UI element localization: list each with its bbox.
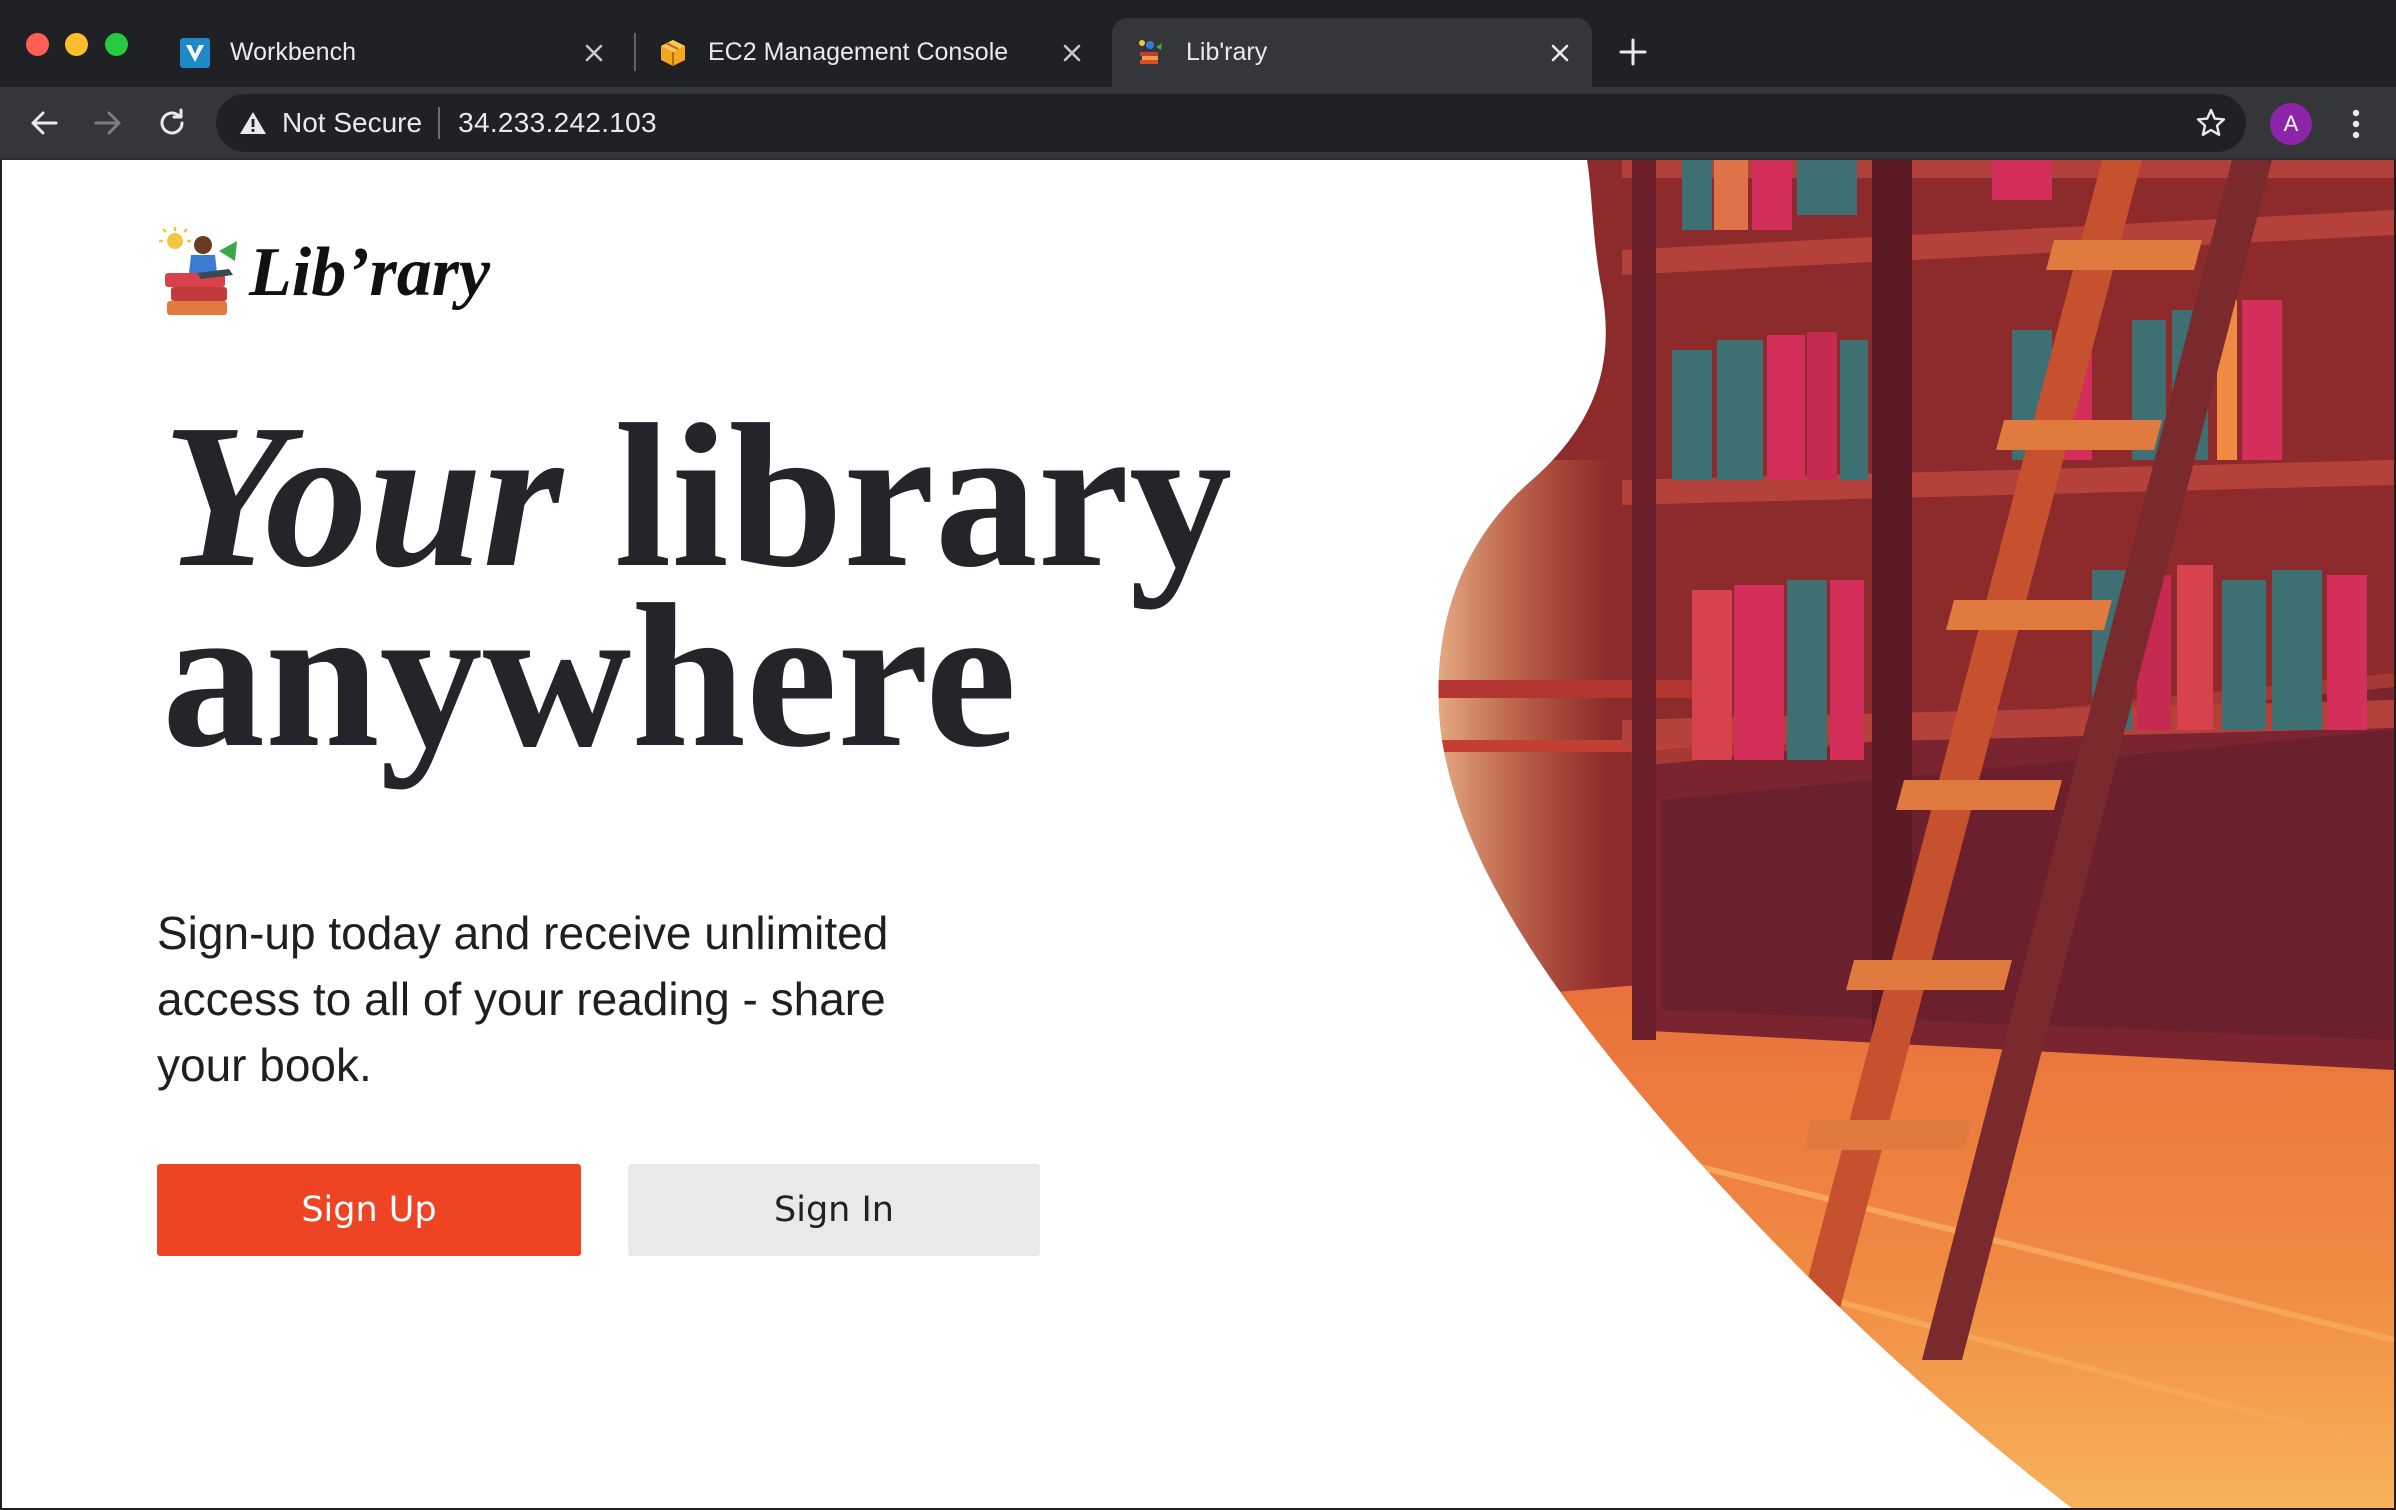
browser-menu-icon[interactable] (2338, 103, 2374, 145)
vocareum-v-icon (180, 37, 210, 68)
page-viewport: Lib’rary Your library anywhere Sign-up t… (2, 160, 2394, 1508)
window-minimize-button[interactable] (65, 33, 88, 56)
aws-cube-icon (658, 38, 688, 68)
tab-title: Lib'rary (1186, 38, 1268, 66)
profile-avatar[interactable]: A (2270, 103, 2312, 145)
arrow-right-icon (94, 111, 121, 135)
tab-title: EC2 Management Console (708, 38, 1009, 66)
plus-icon (1619, 38, 1647, 66)
library-logo-icon (1136, 38, 1166, 68)
arrow-left-icon (31, 111, 58, 135)
sign-in-button[interactable]: Sign In (628, 1164, 1040, 1256)
back-button[interactable] (20, 99, 68, 147)
tab-close-icon[interactable] (1056, 37, 1088, 69)
address-divider (438, 107, 441, 139)
browser-toolbar: Not Secure 34.233.242.103 A (0, 87, 2396, 160)
library-illustration (1438, 160, 2394, 1508)
tab-workbench[interactable]: Workbench (180, 18, 626, 87)
sign-up-button[interactable]: Sign Up (157, 1164, 581, 1256)
tab-library[interactable]: Lib'rary (1112, 18, 1592, 87)
tab-close-icon[interactable] (1544, 37, 1576, 69)
brand-name: Lib’rary (249, 234, 491, 311)
tab-ec2-console[interactable]: EC2 Management Console (658, 18, 1104, 87)
reload-button[interactable] (148, 99, 196, 147)
hero-headline: Your library anywhere (162, 393, 1232, 779)
reload-icon (160, 108, 184, 135)
warning-triangle-icon[interactable] (238, 108, 268, 138)
window-zoom-button[interactable] (105, 33, 128, 56)
tab-title: Workbench (230, 38, 356, 66)
forward-button[interactable] (84, 99, 132, 147)
headline-line-2: anywhere (162, 561, 1017, 790)
security-status-label[interactable]: Not Secure (282, 107, 422, 139)
browser-tab-strip: Workbench EC2 Management Console Lib'rar… (0, 0, 2396, 87)
brand[interactable]: Lib’rary (157, 225, 490, 321)
library-logo-icon (159, 227, 237, 315)
new-tab-button[interactable] (1615, 34, 1651, 70)
window-close-button[interactable] (26, 33, 49, 56)
address-bar[interactable]: Not Secure 34.233.242.103 (216, 94, 2246, 152)
url-text[interactable]: 34.233.242.103 (458, 107, 657, 139)
tab-separator (634, 33, 636, 71)
bookmark-star-icon[interactable] (2194, 106, 2228, 140)
tab-close-icon[interactable] (578, 37, 610, 69)
hero-tagline: Sign-up today and receive unlimited acce… (157, 907, 889, 1091)
